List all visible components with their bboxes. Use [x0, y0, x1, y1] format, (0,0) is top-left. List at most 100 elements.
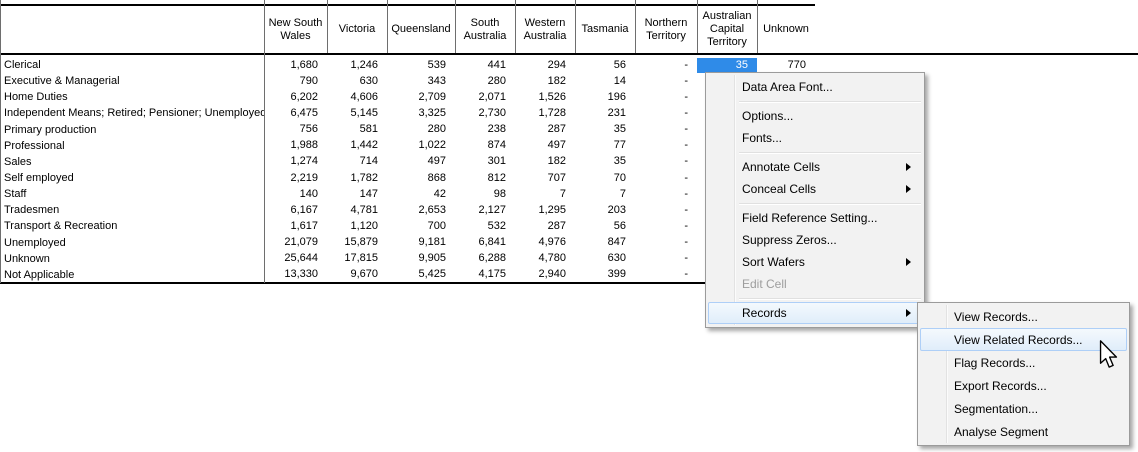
column-header[interactable]: Unknown — [758, 6, 814, 53]
table-cell[interactable]: - — [635, 267, 697, 282]
table-cell[interactable]: 182 — [515, 154, 575, 169]
selected-cell[interactable]: 35 — [697, 58, 757, 73]
table-cell[interactable]: 770 — [757, 58, 815, 73]
table-cell[interactable]: 630 — [327, 74, 387, 89]
table-cell[interactable]: 2,653 — [387, 203, 455, 218]
table-cell[interactable]: 35 — [575, 122, 635, 137]
table-cell[interactable]: 1,295 — [515, 203, 575, 218]
table-cell[interactable]: 4,175 — [455, 267, 515, 282]
column-header[interactable]: Queensland — [388, 6, 454, 53]
table-cell[interactable]: - — [635, 251, 697, 266]
column-header[interactable]: Australian Capital Territory — [698, 6, 756, 53]
table-cell[interactable]: 280 — [455, 74, 515, 89]
table-cell[interactable]: 4,606 — [327, 90, 387, 105]
table-cell[interactable]: 2,219 — [264, 171, 327, 186]
table-cell[interactable]: 539 — [387, 58, 455, 73]
column-header[interactable]: South Australia — [456, 6, 514, 53]
row-label[interactable]: Not Applicable — [0, 269, 264, 281]
table-cell[interactable]: - — [635, 171, 697, 186]
table-cell[interactable]: 7 — [515, 187, 575, 202]
menu-item-flag-records[interactable]: Flag Records... — [920, 351, 1127, 374]
column-header[interactable]: Victoria — [328, 6, 386, 53]
row-label[interactable]: Clerical — [0, 59, 264, 71]
table-cell[interactable]: 1,617 — [264, 219, 327, 234]
table-cell[interactable]: 2,709 — [387, 90, 455, 105]
menu-item-segmentation[interactable]: Segmentation... — [920, 397, 1127, 420]
row-label[interactable]: Sales — [0, 156, 264, 168]
table-cell[interactable]: 630 — [575, 251, 635, 266]
table-cell[interactable]: 77 — [575, 138, 635, 153]
table-cell[interactable]: 1,782 — [327, 171, 387, 186]
table-cell[interactable]: 2,940 — [515, 267, 575, 282]
table-cell[interactable]: 301 — [455, 154, 515, 169]
table-cell[interactable]: - — [635, 58, 697, 73]
column-header[interactable]: New South Wales — [265, 6, 326, 53]
table-cell[interactable]: 15,879 — [327, 235, 387, 250]
table-cell[interactable]: 203 — [575, 203, 635, 218]
table-cell[interactable]: 98 — [455, 187, 515, 202]
table-cell[interactable]: 700 — [387, 219, 455, 234]
menu-item-fonts[interactable]: Fonts... — [708, 127, 922, 149]
table-cell[interactable]: 9,670 — [327, 267, 387, 282]
table-cell[interactable]: 2,730 — [455, 106, 515, 121]
table-cell[interactable]: 25,644 — [264, 251, 327, 266]
table-cell[interactable]: 9,181 — [387, 235, 455, 250]
table-cell[interactable]: 6,202 — [264, 90, 327, 105]
table-cell[interactable]: 2,071 — [455, 90, 515, 105]
table-cell[interactable]: 847 — [575, 235, 635, 250]
menu-item-analyse-segment[interactable]: Analyse Segment — [920, 420, 1127, 443]
table-cell[interactable]: - — [635, 74, 697, 89]
table-cell[interactable]: - — [635, 219, 697, 234]
table-cell[interactable]: - — [635, 154, 697, 169]
menu-item-conceal-cells[interactable]: Conceal Cells — [708, 178, 922, 200]
table-cell[interactable]: 874 — [455, 138, 515, 153]
table-cell[interactable]: 231 — [575, 106, 635, 121]
table-cell[interactable]: 497 — [387, 154, 455, 169]
table-cell[interactable]: 4,780 — [515, 251, 575, 266]
table-cell[interactable]: 287 — [515, 122, 575, 137]
row-label[interactable]: Transport & Recreation — [0, 220, 264, 232]
table-cell[interactable]: 1,274 — [264, 154, 327, 169]
table-cell[interactable]: 9,905 — [387, 251, 455, 266]
table-cell[interactable]: 196 — [575, 90, 635, 105]
table-cell[interactable]: 6,841 — [455, 235, 515, 250]
table-cell[interactable]: 707 — [515, 171, 575, 186]
table-cell[interactable]: 56 — [575, 219, 635, 234]
table-cell[interactable]: - — [635, 138, 697, 153]
table-cell[interactable]: 1,246 — [327, 58, 387, 73]
row-label[interactable]: Independent Means; Retired; Pensioner; U… — [0, 107, 264, 119]
table-cell[interactable]: - — [635, 106, 697, 121]
table-cell[interactable]: 6,288 — [455, 251, 515, 266]
table-cell[interactable]: 238 — [455, 122, 515, 137]
row-label[interactable]: Unemployed — [0, 237, 264, 249]
table-cell[interactable]: 14 — [575, 74, 635, 89]
row-label[interactable]: Home Duties — [0, 91, 264, 103]
table-cell[interactable]: 812 — [455, 171, 515, 186]
table-cell[interactable]: 70 — [575, 171, 635, 186]
table-cell[interactable]: - — [635, 235, 697, 250]
table-cell[interactable]: 343 — [387, 74, 455, 89]
column-header[interactable]: Tasmania — [576, 6, 634, 53]
table-cell[interactable]: 17,815 — [327, 251, 387, 266]
table-cell[interactable]: 5,425 — [387, 267, 455, 282]
table-cell[interactable]: 2,127 — [455, 203, 515, 218]
table-cell[interactable]: 756 — [264, 122, 327, 137]
menu-item-data-area-font[interactable]: Data Area Font... — [708, 76, 922, 98]
table-cell[interactable]: 532 — [455, 219, 515, 234]
table-cell[interactable]: 6,475 — [264, 106, 327, 121]
menu-item-options[interactable]: Options... — [708, 105, 922, 127]
menu-item-annotate-cells[interactable]: Annotate Cells — [708, 156, 922, 178]
table-cell[interactable]: 1,988 — [264, 138, 327, 153]
row-label[interactable]: Executive & Managerial — [0, 75, 264, 87]
row-label[interactable]: Tradesmen — [0, 204, 264, 216]
table-cell[interactable]: 1,022 — [387, 138, 455, 153]
table-cell[interactable]: - — [635, 90, 697, 105]
column-header[interactable]: Northern Territory — [636, 6, 696, 53]
menu-item-view-records[interactable]: View Records... — [920, 305, 1127, 328]
table-cell[interactable]: 21,079 — [264, 235, 327, 250]
table-cell[interactable]: - — [635, 187, 697, 202]
table-cell[interactable]: 56 — [575, 58, 635, 73]
table-cell[interactable]: - — [635, 122, 697, 137]
table-cell[interactable]: 13,330 — [264, 267, 327, 282]
table-cell[interactable]: 6,167 — [264, 203, 327, 218]
